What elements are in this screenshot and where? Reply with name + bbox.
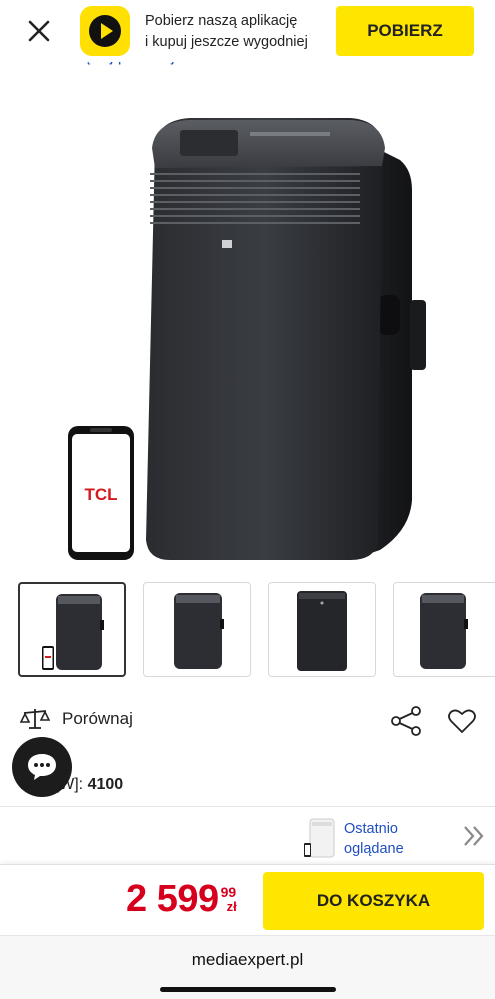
- home-indicator[interactable]: [160, 987, 336, 992]
- recently-viewed-line-1: Ostatnio: [344, 821, 398, 837]
- recently-viewed-line-2: oglądane: [344, 841, 404, 857]
- thumbnail-3[interactable]: [268, 582, 376, 677]
- thumbnail-4[interactable]: [393, 582, 495, 677]
- add-to-cart-button[interactable]: DO KOSZYKA: [263, 872, 484, 930]
- price: 2 599 99 zł: [126, 879, 237, 919]
- share-icon[interactable]: [390, 706, 422, 736]
- app-download-banner: Pobierz naszą aplikację i kupuj jeszcze …: [0, 0, 495, 62]
- price-cents: 99: [220, 884, 237, 900]
- heart-icon[interactable]: [448, 708, 476, 734]
- app-logo-icon: [80, 6, 130, 56]
- chat-bubble-icon: [28, 754, 56, 780]
- banner-line-2: i kupuj jeszcze wygodniej: [145, 34, 308, 50]
- recently-viewed-thumbnail[interactable]: [302, 817, 338, 859]
- browser-url[interactable]: mediaexpert.pl: [0, 950, 495, 970]
- browser-address-bar[interactable]: mediaexpert.pl: [0, 935, 495, 999]
- compare-button[interactable]: Porównaj: [20, 706, 133, 732]
- power-spec-value: 4100: [87, 776, 124, 793]
- price-currency: zł: [226, 899, 237, 914]
- price-main: 2 599: [126, 878, 219, 920]
- compare-scale-icon: [20, 709, 50, 729]
- double-chevron-right-icon[interactable]: [462, 825, 486, 847]
- recently-viewed-bar: Ostatnio oglądane: [0, 806, 495, 864]
- tcl-brand-label: TCL: [84, 485, 117, 504]
- download-app-button[interactable]: POBIERZ: [336, 6, 474, 56]
- compare-label: Porównaj: [62, 709, 133, 728]
- thumbnail-2[interactable]: [143, 582, 251, 677]
- recently-viewed-link[interactable]: Ostatnio oglądane: [344, 819, 434, 859]
- product-actions: Porównaj: [0, 700, 495, 744]
- banner-message: Pobierz naszą aplikację i kupuj jeszcze …: [145, 11, 308, 53]
- price-bar: 2 599 99 zł DO KOSZYKA: [0, 864, 495, 934]
- close-icon[interactable]: [26, 18, 52, 44]
- banner-line-1: Pobierz naszą aplikację: [145, 13, 298, 29]
- product-main-image[interactable]: TCL: [60, 100, 440, 570]
- thumbnail-strip: [0, 580, 495, 680]
- chat-button[interactable]: [12, 737, 72, 797]
- thumbnail-1[interactable]: [18, 582, 126, 677]
